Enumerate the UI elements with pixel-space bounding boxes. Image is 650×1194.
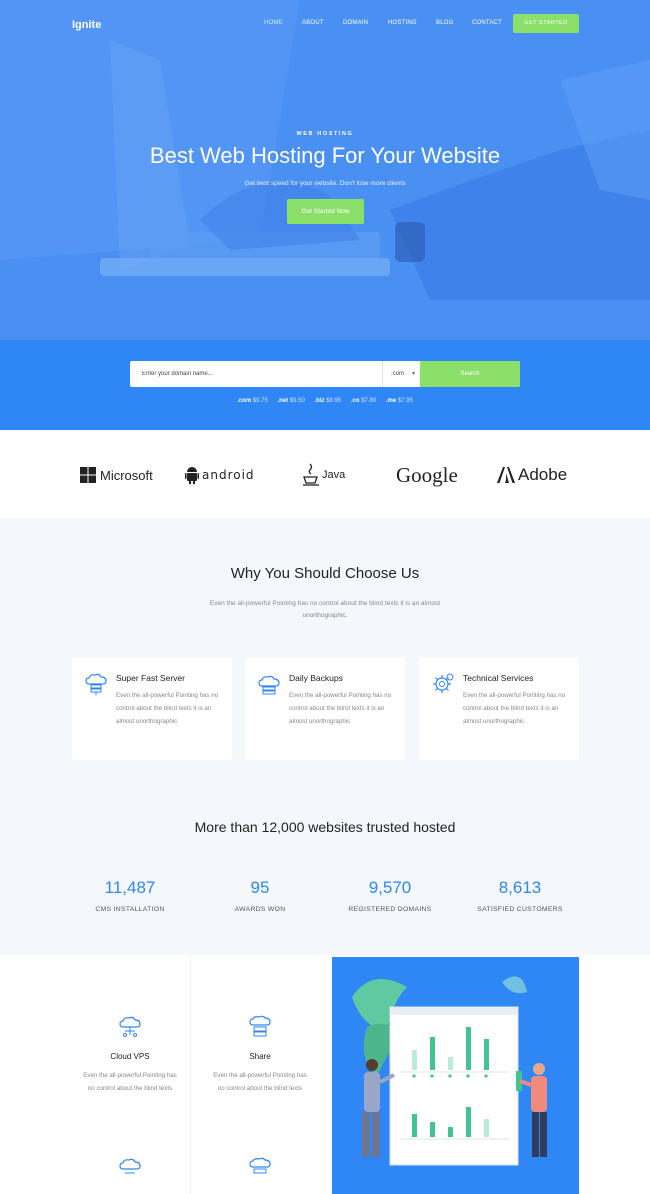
feature-card: Daily Backups Even the all-powerful Poin…: [245, 658, 405, 760]
price-amount: $9.50: [289, 398, 305, 404]
chevron-down-icon: ▼: [411, 371, 416, 377]
section-title: Why You Should Choose Us: [230, 565, 420, 582]
price-item: .net $9.50: [277, 398, 304, 404]
gear-service-icon: [433, 673, 454, 693]
feature-text: Even the all-powerful Pointing has no co…: [289, 692, 392, 725]
android-robot-icon: [185, 467, 199, 484]
service-text: Even the all-powerful Pointing has no co…: [83, 1072, 177, 1092]
domain-price-list: .com $9.75 .net $9.50 .biz $8.95 .co $7.…: [0, 398, 650, 404]
service-title: Share: [249, 1052, 271, 1061]
get-started-nav-button[interactable]: GET STARTED: [513, 14, 579, 33]
partner-logo-microsoft: Microsoft: [80, 462, 153, 488]
partner-logo-java: Java: [302, 462, 345, 488]
nav-blog[interactable]: BLOG: [436, 20, 453, 26]
service-card: Cloud VPS Even the all-powerful Pointing…: [65, 1015, 195, 1095]
section-subtitle: Even the all-powerful Pointing has no co…: [209, 600, 441, 619]
partner-name: Adobe: [518, 465, 568, 484]
price-tld: .me: [385, 398, 397, 404]
stat-number: 9,570: [368, 878, 412, 897]
hero-section: Ignite HOME ABOUT DOMAIN HOSTING BLOG CO…: [0, 0, 650, 340]
cloud-server-icon: [119, 1016, 141, 1037]
hero-background-image: [0, 0, 650, 340]
partner-logo-adobe: Adobe: [497, 462, 567, 488]
cloud-network-icon: [119, 1158, 141, 1174]
microsoft-windows-icon: [80, 467, 96, 483]
stat-number: 95: [250, 878, 270, 897]
nav-about[interactable]: ABOUT: [302, 20, 324, 26]
stat-label: AWARDS WON: [234, 906, 286, 913]
price-item: .com $9.75: [237, 398, 268, 404]
hero-kicker: WEB HOSTING: [296, 131, 354, 137]
stat-item: 11,487 CMS INSTALLATION: [65, 878, 195, 913]
tld-select-value: .com: [391, 371, 405, 377]
feature-title: Technical Services: [463, 673, 534, 683]
nav-domain[interactable]: DOMAIN: [343, 20, 368, 26]
hosting-illustration: [332, 957, 579, 1194]
feature-text: Even the all-powerful Pointing has no co…: [463, 692, 566, 725]
price-item: .me $7.95: [386, 398, 413, 404]
partner-name: android: [202, 468, 255, 482]
stat-number: 11,487: [104, 878, 156, 897]
stat-label: SATISFIED CUSTOMERS: [477, 906, 563, 913]
service-card: Share Even the all-powerful Pointing has…: [195, 1015, 325, 1095]
services-section: Cloud VPS Even the all-powerful Pointing…: [0, 955, 650, 1194]
price-tld: .biz: [314, 398, 325, 404]
feature-title: Daily Backups: [289, 673, 343, 683]
share-server-icon: [249, 1015, 271, 1037]
partner-name: Microsoft: [100, 467, 153, 483]
domain-search-input[interactable]: [130, 361, 382, 387]
feature-card: Technical Services Even the all-powerful…: [419, 658, 579, 760]
adobe-a-icon: [497, 467, 515, 483]
stat-item: 9,570 REGISTERED DOMAINS: [325, 878, 455, 913]
stat-item: 8,613 SATISFIED CUSTOMERS: [455, 878, 585, 913]
why-choose-us-section: Why You Should Choose Us Even the all-po…: [0, 518, 650, 955]
price-item: .biz $8.95: [314, 398, 341, 404]
price-amount: $7.80: [361, 398, 377, 404]
analytics-illustration: [352, 976, 547, 1166]
domain-search-section: .com ▼ Search .com $9.75 .net $9.50 .biz…: [0, 340, 650, 430]
search-button[interactable]: Search: [420, 361, 520, 387]
price-tld: .net: [277, 398, 289, 404]
hero-subtitle: Get best speed for your website. Don't l…: [244, 180, 406, 187]
stat-item: 95 AWARDS WON: [195, 878, 325, 913]
hero-title: Best Web Hosting For Your Website: [149, 143, 501, 168]
feature-title: Super Fast Server: [116, 673, 185, 683]
service-text: Even the all-powerful Pointing has no co…: [213, 1072, 307, 1092]
partner-name: Google: [396, 462, 458, 487]
brand-logo[interactable]: Ignite: [72, 19, 101, 31]
stats-title: More than 12,000 websites trusted hosted: [194, 819, 456, 835]
service-title: Cloud VPS: [110, 1052, 150, 1061]
get-started-hero-button[interactable]: Get Started Now: [287, 199, 364, 224]
price-amount: $7.95: [397, 398, 413, 404]
nav-hosting[interactable]: HOSTING: [388, 20, 417, 26]
tld-select[interactable]: .com ▼: [382, 361, 420, 387]
main-navigation: HOME ABOUT DOMAIN HOSTING BLOG CONTACT G…: [252, 14, 582, 34]
price-item: .co $7.80: [351, 398, 376, 404]
stat-number: 8,613: [498, 878, 542, 897]
feature-text: Even the all-powerful Pointing has no co…: [116, 692, 219, 725]
nav-home[interactable]: HOME: [264, 20, 283, 26]
price-tld: .co: [350, 398, 360, 404]
feature-card: Super Fast Server Even the all-powerful …: [72, 658, 232, 760]
nav-contact[interactable]: CONTACT: [472, 20, 502, 26]
server-cloud-icon: [85, 673, 107, 695]
stat-label: REGISTERED DOMAINS: [348, 906, 432, 913]
partner-logo-android: android: [185, 462, 255, 488]
domain-search-form: .com ▼ Search: [130, 361, 520, 387]
cloud-storage-icon: [249, 1157, 271, 1174]
partner-logo-google: Google: [396, 462, 458, 488]
price-amount: $8.95: [326, 398, 342, 404]
price-amount: $9.75: [252, 398, 268, 404]
partner-name: Java: [322, 469, 346, 481]
partner-logos: Microsoft android Java Google Adobe: [0, 430, 650, 518]
java-cup-icon: [303, 463, 319, 486]
backup-cloud-icon: [258, 675, 280, 695]
stat-label: CMS INSTALLATION: [95, 906, 165, 913]
price-tld: .com: [237, 398, 252, 404]
